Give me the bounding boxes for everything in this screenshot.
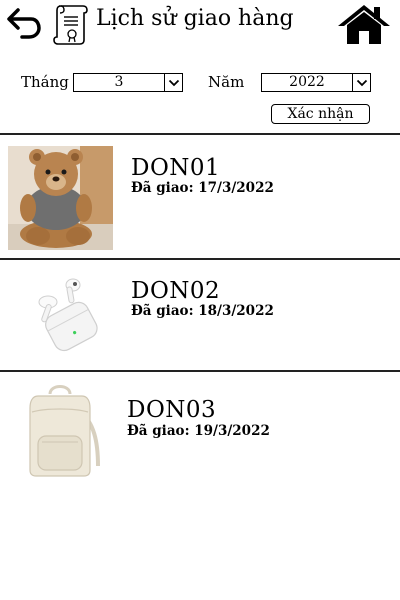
- month-select[interactable]: 3: [73, 73, 183, 92]
- wireless-earbuds-image: [18, 268, 113, 360]
- delivery-history-scroll-icon: [50, 2, 90, 46]
- order-code: DON02: [131, 278, 221, 304]
- confirm-button[interactable]: Xác nhận: [271, 104, 370, 124]
- year-value: 2022: [289, 74, 325, 90]
- chevron-down-icon: [164, 74, 182, 91]
- month-value: 3: [114, 74, 124, 90]
- order-item[interactable]: DON02 Đã giao: 18/3/2022: [0, 260, 400, 370]
- year-select[interactable]: 2022: [261, 73, 371, 92]
- home-icon: [338, 5, 390, 44]
- page-title: Lịch sử giao hàng: [96, 6, 294, 31]
- order-item[interactable]: DON03 Đã giao: 19/3/2022: [0, 372, 400, 487]
- back-arrow-icon: [7, 8, 41, 39]
- back-button[interactable]: [4, 4, 42, 42]
- month-label: Tháng: [21, 73, 69, 91]
- chevron-down-icon: [352, 74, 370, 91]
- order-code: DON01: [131, 155, 221, 181]
- backpack-image: [22, 382, 102, 480]
- order-item[interactable]: DON01 Đã giao: 17/3/2022: [0, 135, 400, 258]
- delivery-date: Đã giao: 18/3/2022: [131, 303, 274, 319]
- order-code: DON03: [127, 397, 217, 423]
- teddy-bear-image: [8, 146, 113, 250]
- home-button[interactable]: [336, 2, 392, 46]
- delivery-date: Đã giao: 17/3/2022: [131, 180, 274, 196]
- year-label: Năm: [208, 73, 245, 91]
- delivery-date: Đã giao: 19/3/2022: [127, 423, 270, 439]
